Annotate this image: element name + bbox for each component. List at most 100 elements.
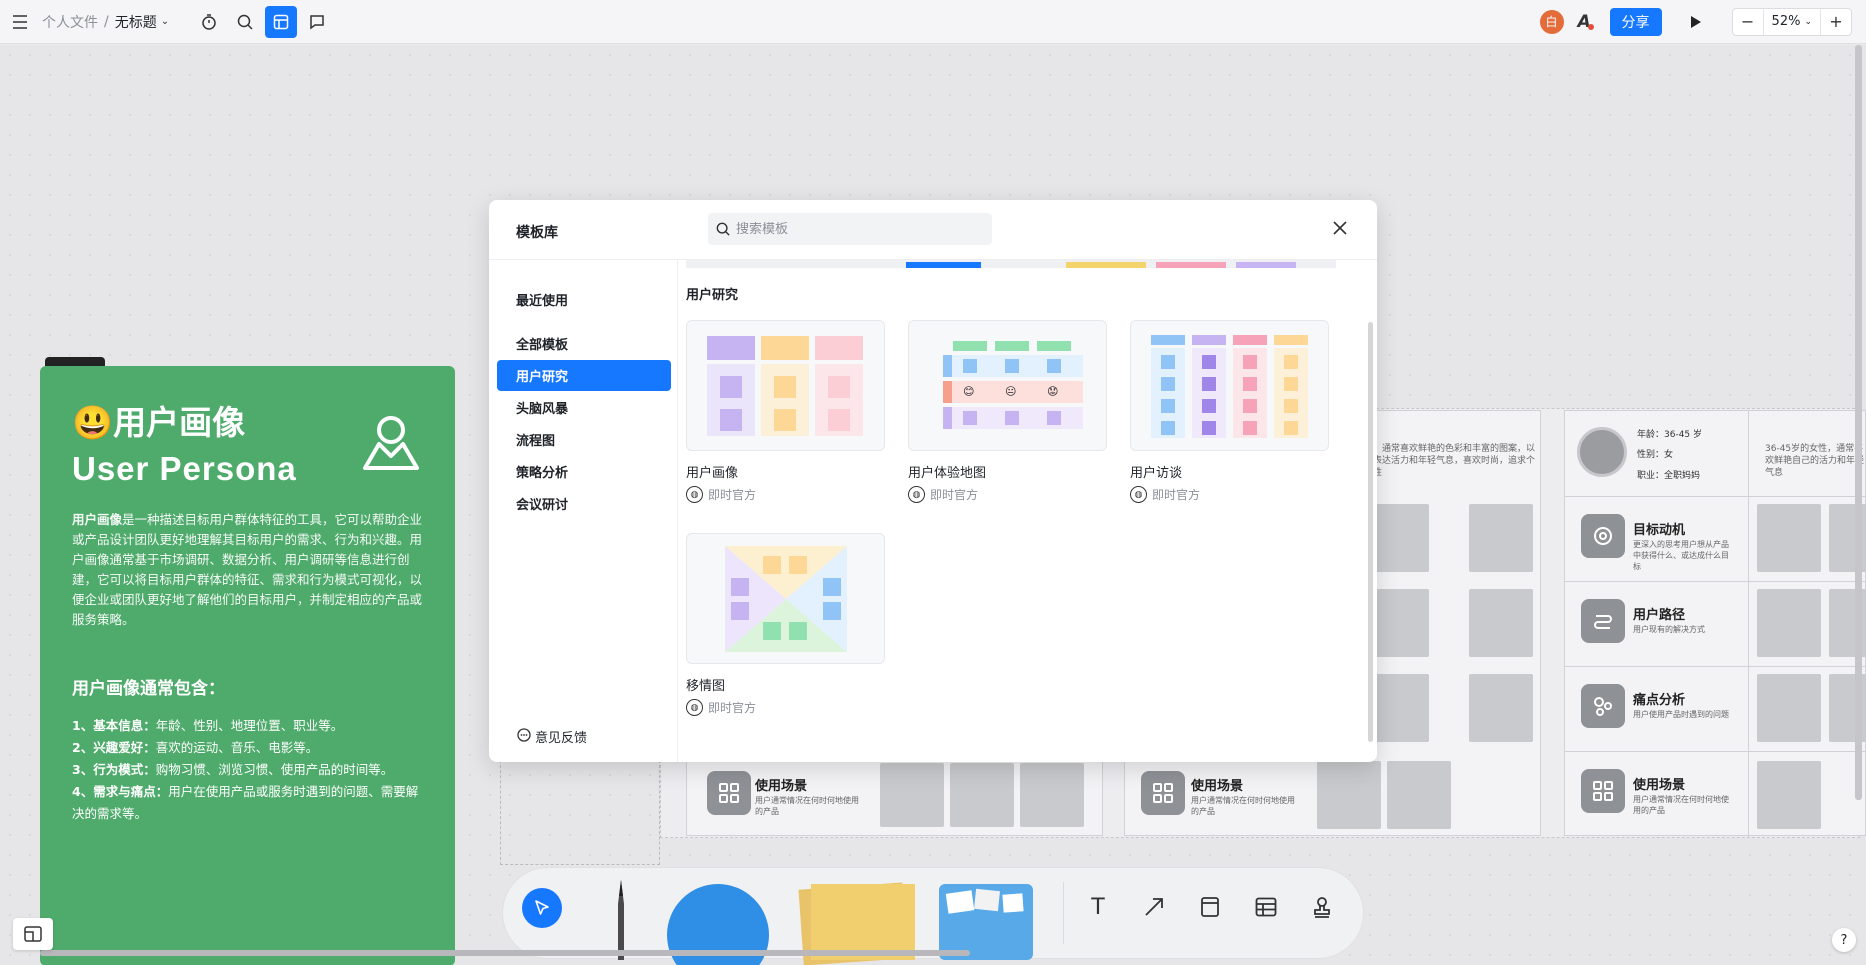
modal-title: 模板库 <box>516 225 558 241</box>
timer-icon[interactable] <box>193 6 225 38</box>
stamp-icon[interactable] <box>1307 892 1337 922</box>
pain-sub: 用户使用产品时遇到的问题 <box>1633 710 1729 719</box>
target-icon <box>1581 514 1625 558</box>
template-card-journey-map[interactable]: 😊 😐 😟 <box>908 320 1107 451</box>
sidebar-item-all[interactable]: 全部模板 <box>497 328 671 359</box>
sidebar-item-user-research[interactable]: 用户研究 <box>497 360 671 391</box>
empathy-map-preview <box>725 546 847 652</box>
persona-subtitle: 用户画像通常包含： <box>72 679 225 699</box>
list-item: 3、行为模式：购物习惯、浏览习惯、使用产品的时间等。 <box>72 762 394 777</box>
template-name[interactable]: 用户体验地图 <box>908 462 986 481</box>
sidebar-item-recent[interactable]: 最近使用 <box>497 284 671 315</box>
goal-sub: 更深入的思考用户想从产品中获得什么、或达成什么目标 <box>1633 540 1729 571</box>
sticky-note <box>1757 504 1821 572</box>
avatar[interactable]: 白 <box>1539 9 1564 34</box>
zoom-out-button[interactable]: − <box>1733 12 1763 31</box>
avatar <box>1577 427 1627 477</box>
profile-job: 职业：全职妈妈 <box>1637 471 1701 481</box>
sidebar-item-brainstorm[interactable]: 头脑风暴 <box>497 392 671 423</box>
scene-label: 使用场景 <box>1191 779 1244 794</box>
template-name[interactable]: 用户画像 <box>686 462 738 481</box>
persona-list: 1、基本信息：年龄、性别、地理位置、职业等。 2、兴趣爱好：喜欢的运动、音乐、电… <box>72 715 423 825</box>
feedback-button[interactable]: 意见反馈 <box>517 727 587 746</box>
share-button[interactable]: 分享 <box>1609 7 1662 36</box>
persona-description: 用户画像是一种描述目标用户群体特征的工具，它可以帮助企业或产品设计团队更好地理解… <box>72 512 423 627</box>
search-box[interactable] <box>708 213 992 245</box>
search-input[interactable] <box>736 221 976 237</box>
sticky-note <box>1757 589 1821 657</box>
help-icon[interactable]: ? <box>1832 928 1856 952</box>
comment-icon[interactable] <box>301 6 333 38</box>
scene-sub: 用户通常情况在何时何地使用的产品 <box>1633 795 1729 815</box>
template-author: ◍ 即时官方 <box>686 486 756 503</box>
template-author: ◍ 即时官方 <box>1130 486 1200 503</box>
official-logo-icon: ◍ <box>686 486 703 503</box>
frame-icon[interactable] <box>1195 892 1225 922</box>
persona-board-right: 年龄：36-45 岁 性别：女 职业：全职妈妈 36-45岁的女性，通常喜欢鲜艳… <box>1564 410 1866 837</box>
persona-quote-b: 36-45岁的女性，通常喜欢鲜艳自己的活力和年轻气息 <box>1765 444 1865 478</box>
arrow-icon[interactable] <box>1139 892 1169 922</box>
close-icon[interactable] <box>1333 216 1347 240</box>
menu-icon[interactable] <box>4 6 36 38</box>
text-icon[interactable]: T <box>1083 892 1113 922</box>
sidebar-item-strategy[interactable]: 策略分析 <box>497 456 671 487</box>
template-card-persona[interactable] <box>686 320 885 451</box>
grid-icon <box>1581 769 1625 813</box>
pen-tool[interactable] <box>615 880 627 960</box>
zoom-level[interactable]: 52% ⌄ <box>1762 8 1821 35</box>
search-icon[interactable] <box>229 6 261 38</box>
minimap-icon[interactable] <box>13 918 53 950</box>
persona-card[interactable]: 😃用户画像 User Persona 用户画像是一种描述目标用户群体特征的工具，… <box>40 366 455 965</box>
vertical-scrollbar[interactable] <box>1855 45 1862 800</box>
search-icon <box>716 222 730 236</box>
pointer-icon[interactable] <box>522 888 562 928</box>
template-card-empathy-map[interactable] <box>686 533 885 664</box>
grid-icon <box>707 771 751 815</box>
breadcrumb-folder[interactable]: 个人文件 <box>42 12 98 32</box>
sticky-note <box>1757 674 1821 742</box>
sticky-note <box>1020 763 1084 827</box>
profile-gender: 性别：女 <box>1637 450 1674 460</box>
sticky-note-tool-top <box>811 884 915 960</box>
template-icon[interactable] <box>265 5 298 38</box>
pain-label: 痛点分析 <box>1633 693 1686 708</box>
font-icon[interactable]: A <box>1570 6 1602 38</box>
horizontal-scrollbar[interactable] <box>40 950 970 956</box>
sticky-note <box>1469 589 1533 657</box>
official-logo-icon: ◍ <box>908 486 925 503</box>
sticky-note <box>1757 761 1821 829</box>
template-library-modal: 模板库 最近使用 全部模板 用户研究 头脑风暴 流程图 策略分析 会议研讨 意见… <box>489 200 1377 762</box>
feedback-label: 意见反馈 <box>535 731 588 746</box>
media-tool[interactable] <box>939 884 1033 960</box>
template-name[interactable]: 用户访谈 <box>1130 462 1182 481</box>
list-item: 2、兴趣爱好：喜欢的运动、音乐、电影等。 <box>72 740 319 755</box>
sidebar-item-meeting[interactable]: 会议研讨 <box>497 488 671 519</box>
sticky-note <box>1387 761 1451 829</box>
grid-icon <box>1141 771 1185 815</box>
play-icon[interactable] <box>1680 6 1712 38</box>
template-name[interactable]: 移情图 <box>686 675 725 694</box>
chevron-down-icon[interactable]: ⌄ <box>161 16 169 27</box>
feedback-icon <box>517 727 531 746</box>
document-title[interactable]: 无标题 <box>115 12 157 32</box>
modal-scrollbar[interactable] <box>1368 322 1373 742</box>
persona-quote-a: ，通常喜欢鲜艳的色彩和丰富的图案，以表达活力和年轻气息，喜欢时尚，追求个性 <box>1373 444 1536 478</box>
list-item: 4、需求与痛点：用户在使用产品或服务时遇到的问题、需要解决的需求等。 <box>72 784 419 821</box>
path-label: 用户路径 <box>1633 608 1686 623</box>
path-sub: 用户现有的解决方式 <box>1633 625 1705 634</box>
template-author: ◍ 即时官方 <box>686 699 756 716</box>
template-card-interview[interactable] <box>1130 320 1329 451</box>
table-icon[interactable] <box>1251 892 1281 922</box>
sticky-note <box>1469 674 1533 742</box>
zoom-in-button[interactable]: + <box>1821 12 1851 31</box>
sticky-note <box>1317 761 1381 829</box>
official-logo-icon: ◍ <box>686 699 703 716</box>
sidebar-item-flowchart[interactable]: 流程图 <box>497 424 671 455</box>
dashed-frame <box>500 760 660 865</box>
user-icon <box>363 416 419 470</box>
scene-sub: 用户通常情况在何时何地使用的产品 <box>1191 796 1295 816</box>
profile-age: 年龄：36-45 岁 <box>1637 430 1703 440</box>
previous-section-strip <box>686 260 1336 268</box>
sticky-note <box>950 763 1014 827</box>
list-item: 1、基本信息：年龄、性别、地理位置、职业等。 <box>72 718 344 733</box>
